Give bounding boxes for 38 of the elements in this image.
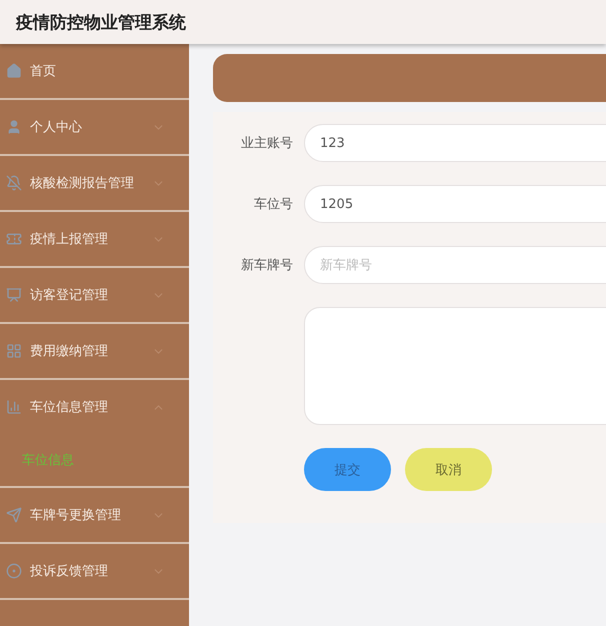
menu-label: 车牌号更换管理: [30, 507, 122, 524]
ticket-icon: [6, 231, 22, 247]
sidebar-menu-item[interactable]: 疫情上报管理: [0, 212, 189, 268]
text-field[interactable]: 1205: [304, 185, 606, 223]
menu-label: 访客登记管理: [30, 287, 109, 304]
sidebar-menu-item[interactable]: 个人中心: [0, 100, 189, 156]
user-icon: [6, 119, 22, 135]
sidebar-menu-item[interactable]: 车位信息管理: [0, 380, 189, 434]
menu-label: 疫情上报管理: [30, 231, 109, 248]
sidebar-menu-item[interactable]: 车牌号更换管理: [0, 488, 189, 544]
field-label: 新车牌号: [240, 257, 294, 274]
sign-icon: [6, 287, 22, 303]
cancel-button[interactable]: 取消: [405, 448, 492, 491]
text-field[interactable]: 123: [304, 124, 606, 162]
menu-label: 个人中心: [30, 119, 83, 136]
field-label: 业主账号: [240, 135, 294, 152]
text-field[interactable]: 新车牌号: [304, 246, 606, 284]
menu-label: 费用缴纳管理: [30, 343, 109, 360]
sidebar-submenu-item[interactable]: 车位信息: [0, 434, 189, 486]
send-icon: [6, 507, 22, 523]
grid-icon: [6, 343, 22, 359]
menu-label: 首页: [30, 63, 57, 80]
menu-label: 投诉反馈管理: [30, 563, 109, 580]
app-title: 疫情防控物业管理系统: [16, 12, 186, 34]
sidebar-menu-item[interactable]: 首页: [0, 44, 189, 100]
bar-chart-icon: [6, 399, 22, 415]
circle-icon: [6, 563, 22, 579]
home-icon: [6, 63, 22, 79]
menu-label: 车位信息管理: [30, 399, 109, 416]
sidebar-menu-item[interactable]: 投诉反馈管理: [0, 544, 189, 600]
submit-button[interactable]: 提交: [304, 448, 391, 491]
bell-off-icon: [6, 175, 22, 191]
field-label: 车位号: [253, 196, 294, 213]
sidebar-menu-item[interactable]: 访客登记管理: [0, 268, 189, 324]
menu-label: 核酸检测报告管理: [30, 175, 135, 192]
sidebar-menu-item[interactable]: 费用缴纳管理: [0, 324, 189, 380]
textarea-field[interactable]: [304, 307, 606, 425]
sidebar-menu-item[interactable]: 核酸检测报告管理: [0, 156, 189, 212]
